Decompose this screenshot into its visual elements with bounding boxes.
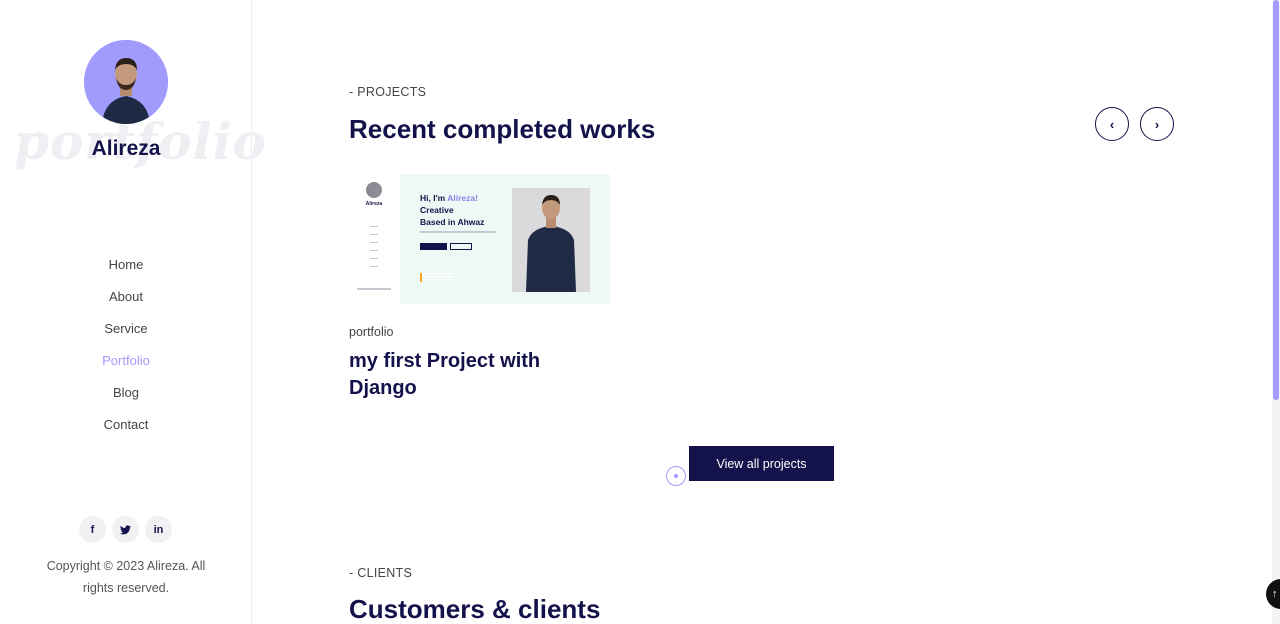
social-links: f in (79, 516, 172, 543)
avatar-photo (84, 40, 168, 124)
nav-item-blog[interactable]: Blog (0, 383, 252, 415)
thumb-mini-footer (357, 288, 391, 290)
page-scrollbar[interactable] (1272, 0, 1280, 624)
thumb-mini-photo (512, 188, 590, 292)
main-nav: Home About Service Portfolio Blog Contac… (0, 255, 252, 447)
carousel-prev-button[interactable]: ‹ (1095, 107, 1129, 141)
nav-item-portfolio[interactable]: Portfolio (0, 351, 252, 383)
linkedin-icon[interactable]: in (145, 516, 172, 543)
nav-item-about[interactable]: About (0, 287, 252, 319)
thumb-hi-line3: Based in Ahwaz (420, 217, 485, 227)
twitter-bird-shape (120, 524, 131, 534)
thumb-mini-text-lines (420, 231, 496, 233)
scrollbar-thumb[interactable] (1273, 0, 1279, 400)
clients-title: Customers & clients (349, 594, 601, 624)
nav-item-service[interactable]: Service (0, 319, 252, 351)
thumb-mini-hero: Hi, I'm Alireza! Creative Based in Ahwaz (400, 174, 610, 304)
thumb-hi-name: Alireza! (447, 193, 478, 203)
cursor-ring-icon (666, 466, 686, 486)
twitter-icon[interactable] (112, 516, 139, 543)
nav-item-contact[interactable]: Contact (0, 415, 252, 447)
carousel-next-button[interactable]: › (1140, 107, 1174, 141)
thumb-mini-headline: Hi, I'm Alireza! Creative Based in Ahwaz (420, 192, 484, 228)
back-to-top-icon[interactable]: ↑ (1266, 579, 1280, 609)
thumb-hi-line2: Creative (420, 205, 454, 215)
thumb-mini-stats (420, 273, 452, 282)
facebook-icon[interactable]: f (79, 516, 106, 543)
projects-title: Recent completed works (349, 114, 656, 144)
thumb-mini-nav (370, 226, 380, 274)
project-category: portfolio (349, 325, 394, 339)
project-title-link[interactable]: my first Project with Django (349, 348, 579, 402)
thumb-mini-button-outline (450, 243, 472, 250)
view-all-projects-button[interactable]: View all projects (689, 446, 834, 481)
brand-name: Alireza (91, 137, 161, 160)
project-thumbnail[interactable]: Alireza Hi, I'm Alireza! Creative Based … (349, 174, 610, 304)
copyright-text: Copyright © 2023 Alireza. All rights res… (46, 559, 206, 595)
thumb-mini-sidebar: Alireza (349, 174, 399, 304)
projects-eyebrow: - PROJECTS (349, 85, 427, 99)
clients-eyebrow: - CLIENTS (349, 566, 413, 580)
thumb-mini-button (420, 243, 447, 250)
thumb-photo-figure (512, 188, 590, 292)
avatar (84, 40, 168, 124)
thumb-mini-name: Alireza (365, 201, 383, 207)
nav-item-home[interactable]: Home (0, 255, 252, 287)
thumb-hi-prefix: Hi, I'm (420, 193, 446, 203)
sidebar: portfolio Alireza Home About Service Por… (0, 0, 266, 624)
thumb-mini-avatar (366, 182, 382, 198)
